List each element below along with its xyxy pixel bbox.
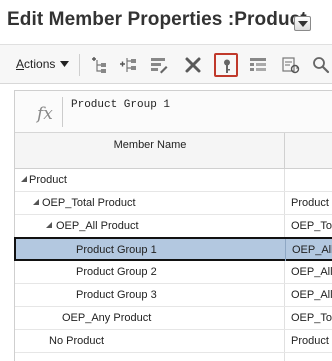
refresh-icon — [282, 57, 300, 74]
table-row-selected[interactable]: Product Group 1 OEP_All — [14, 237, 332, 261]
add-child-icon — [92, 57, 106, 73]
expanded-triangle-icon[interactable] — [21, 176, 27, 182]
chevron-down-icon — [298, 21, 308, 27]
fx-icon: fx — [37, 104, 53, 124]
edit-member-button[interactable] — [148, 54, 170, 76]
columns-button[interactable] — [247, 54, 269, 76]
member-name: Product Group 3 — [76, 289, 157, 301]
key-button[interactable] — [214, 53, 238, 77]
member-name-cell[interactable]: Product Group 3 — [15, 284, 285, 306]
member-name: OEP_Total Product — [42, 197, 136, 209]
member-name-cell[interactable]: Product Group 2 — [15, 261, 285, 283]
member-name-cell[interactable]: Product Group 1 — [16, 239, 286, 261]
refresh-button[interactable] — [280, 54, 302, 76]
member-name: No Product — [49, 335, 105, 347]
key-icon — [224, 59, 230, 73]
title-bar: Edit Member Properties :Product — [0, 0, 332, 44]
page-title: Edit Member Properties :Product — [7, 9, 307, 30]
member-name-cell[interactable]: No Product — [15, 330, 285, 352]
column-header-row: Member Name — [15, 133, 332, 169]
member-name-cell[interactable]: OEP_Any Product — [15, 307, 285, 329]
table-row[interactable]: Product Group 2 OEP_All — [15, 261, 332, 284]
member-name-cell[interactable]: OEP_Total Product — [15, 192, 285, 214]
add-child-button[interactable] — [87, 54, 109, 76]
table-row[interactable]: Product Group 3 OEP_All — [15, 284, 332, 307]
formula-bar: fx Product Group 1 — [15, 91, 332, 133]
toolbar: Actions — [0, 44, 332, 84]
columns-icon — [250, 58, 266, 71]
member-name-cell[interactable]: Product — [15, 169, 285, 191]
edit-properties-icon — [151, 58, 168, 74]
member-name: Product Group 1 — [76, 244, 157, 256]
member-name: Product — [29, 174, 67, 186]
column-header-label: Member Name — [113, 139, 187, 151]
search-button[interactable] — [310, 54, 332, 76]
parent-cell: OEP_Tot — [291, 220, 332, 232]
member-name-cell[interactable]: OEP_All Product — [15, 215, 285, 237]
expanded-triangle-icon[interactable] — [33, 199, 39, 205]
member-name: Product Group 2 — [76, 266, 157, 278]
search-icon — [313, 57, 330, 74]
member-name: OEP_Any Product — [62, 312, 152, 324]
expanded-triangle-icon[interactable] — [46, 222, 52, 228]
fx-button[interactable]: fx — [25, 97, 63, 127]
member-grid: fx Product Group 1 Member Name Product O… — [14, 90, 332, 361]
table-row[interactable]: OEP_All Product OEP_Tot — [15, 215, 332, 238]
table-row[interactable]: No Product Product — [15, 330, 332, 353]
actions-menu[interactable]: Actions — [16, 57, 55, 71]
table-row[interactable]: Product — [15, 169, 332, 192]
parent-cell: OEP_All — [292, 244, 332, 256]
delete-icon — [185, 57, 201, 73]
column-header-member-name[interactable]: Member Name — [15, 133, 285, 169]
parent-cell: Product — [291, 335, 329, 347]
parent-cell: OEP_All — [291, 289, 332, 301]
parent-cell: OEP_Tot — [291, 312, 332, 324]
formula-value[interactable]: Product Group 1 — [71, 99, 170, 111]
delete-member-button[interactable] — [182, 54, 204, 76]
table-row[interactable]: OEP_Total Product Product — [15, 192, 332, 215]
table-row-empty — [15, 353, 332, 361]
parent-cell: Product — [291, 197, 329, 209]
actions-label-rest: ctions — [24, 57, 56, 71]
member-name: OEP_All Product — [56, 220, 139, 232]
add-sibling-button[interactable] — [117, 54, 139, 76]
toolbar-divider — [79, 54, 80, 76]
table-row[interactable]: OEP_Any Product OEP_Tot — [15, 307, 332, 330]
title-dropdown-button[interactable] — [294, 16, 311, 31]
empty-cell — [15, 353, 285, 361]
parent-cell: OEP_All — [291, 266, 332, 278]
caret-down-icon[interactable] — [60, 61, 69, 67]
add-sibling-icon — [120, 58, 136, 72]
actions-mnemonic: A — [16, 57, 25, 71]
